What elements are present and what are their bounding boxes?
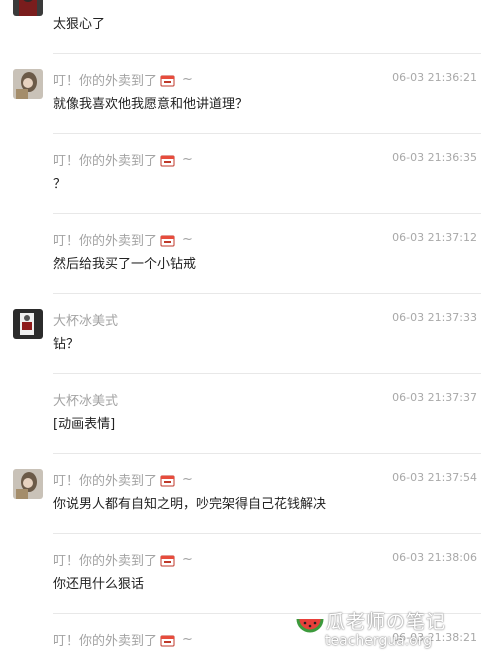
message-item: 叮！你的外卖到了 ~ 06-03 21:37:12 然后给我买了一个小钻戒 <box>0 213 481 293</box>
sender-name[interactable]: 叮！你的外卖到了 ~ <box>53 470 193 489</box>
avatar[interactable] <box>13 69 43 99</box>
message-item: 叮！你的外卖到了 ~ 06-03 21:38:06 你还甩什么狠话 <box>0 533 481 613</box>
sender-name-text: 叮！你的外卖到了 <box>53 154 158 169</box>
sender-suffix: ~ <box>182 472 193 487</box>
sender-name-text: 叮！你的外卖到了 <box>53 634 158 649</box>
timestamp: 06-03 21:37:33 <box>392 311 477 324</box>
sender-name-text: 叮！你的外卖到了 <box>53 74 158 89</box>
sender-suffix: ~ <box>182 552 193 567</box>
timestamp: 06-03 21:36:35 <box>392 151 477 164</box>
message-item: 叮！你的外卖到了 ~ 06-03 21:36:35 ？ <box>0 133 481 213</box>
message-text: 太狠心了 <box>53 17 106 32</box>
message-item: 大杯冰美式 06-03 21:37:37 [动画表情] <box>0 373 481 453</box>
sender-name[interactable]: 叮！你的外卖到了 ~ <box>53 230 193 249</box>
divider <box>53 133 481 134</box>
avatar[interactable] <box>13 469 43 499</box>
message-text: 你说男人都有自知之明，吵完架得自己花钱解决 <box>53 497 327 512</box>
sender-name[interactable]: 叮！你的外卖到了 ~ <box>53 630 193 649</box>
watermark: 瓜老师の笔记 teachergua.org <box>292 602 481 652</box>
message-item: 叮！你的外卖到了 ~ 06-03 21:37:54 你说男人都有自知之明，吵完架… <box>0 453 481 533</box>
message-text: 钻？ <box>53 337 80 352</box>
sender-name[interactable]: 大杯冰美式 <box>53 390 118 409</box>
sender-name-text: 叮！你的外卖到了 <box>53 234 158 249</box>
sender-name[interactable]: 叮！你的外卖到了 ~ <box>53 150 193 169</box>
divider <box>53 213 481 214</box>
sender-name-text: 叮！你的外卖到了 <box>53 554 158 569</box>
timestamp: 06-03 21:37:37 <box>392 391 477 404</box>
sender-name[interactable]: 叮！你的外卖到了 ~ <box>53 70 193 89</box>
avatar[interactable] <box>13 309 43 339</box>
takeout-box-icon <box>160 233 175 247</box>
message-text: 就像我喜欢他我愿意和他讲道理？ <box>53 97 249 112</box>
message-text[interactable]: [动画表情] <box>53 413 115 432</box>
sender-name-text: 大杯冰美式 <box>53 394 119 409</box>
timestamp: 06-03 21:36:21 <box>392 71 477 84</box>
watermark-url: teachergua.org <box>325 633 433 649</box>
takeout-box-icon <box>160 553 175 567</box>
takeout-box-icon <box>160 153 175 167</box>
takeout-box-icon <box>160 73 175 87</box>
message-text: ？ <box>53 177 67 192</box>
divider <box>53 533 481 534</box>
sender-name-text: 叮！你的外卖到了 <box>53 474 158 489</box>
avatar[interactable] <box>13 0 43 16</box>
timestamp: 06-03 21:37:12 <box>392 231 477 244</box>
takeout-box-icon <box>160 633 175 647</box>
message-item: 大杯冰美式 06-03 21:37:33 钻？ <box>0 293 481 373</box>
timestamp: 06-03 21:37:54 <box>392 471 477 484</box>
watermelon-icon <box>296 618 324 633</box>
sender-name-text: 大杯冰美式 <box>53 314 119 329</box>
sender-name[interactable]: 叮！你的外卖到了 ~ <box>53 550 193 569</box>
sender-suffix: ~ <box>182 232 193 247</box>
sender-suffix: ~ <box>182 152 193 167</box>
sender-name[interactable]: 大杯冰美式 <box>53 310 118 329</box>
sender-suffix: ~ <box>182 72 193 87</box>
divider <box>53 53 481 54</box>
message-item: 太狠心了 <box>0 0 481 53</box>
watermark-title: 瓜老师の笔记 <box>326 611 447 633</box>
message-text: 你还甩什么狠话 <box>53 577 145 592</box>
message-text: 然后给我买了一个小钻戒 <box>53 257 197 272</box>
message-item: 叮！你的外卖到了 ~ 06-03 21:36:21 就像我喜欢他我愿意和他讲道理… <box>0 53 481 133</box>
takeout-box-icon <box>160 473 175 487</box>
divider <box>53 373 481 374</box>
divider <box>53 293 481 294</box>
timestamp: 06-03 21:38:06 <box>392 551 477 564</box>
divider <box>53 453 481 454</box>
sender-suffix: ~ <box>182 632 193 647</box>
